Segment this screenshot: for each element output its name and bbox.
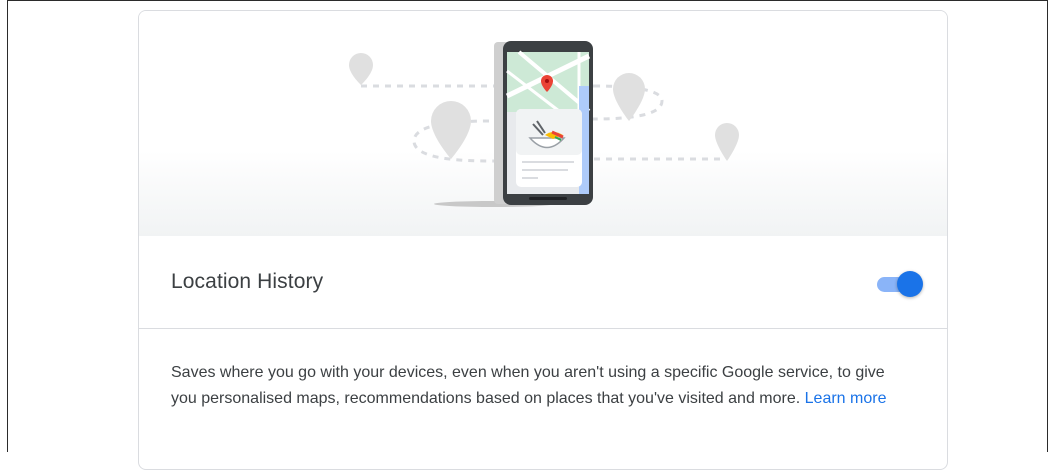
smartphone-icon bbox=[494, 41, 593, 205]
map-pin-icon bbox=[431, 101, 471, 159]
hero-illustration bbox=[139, 11, 947, 236]
map-pin-icon bbox=[349, 53, 373, 85]
location-history-card: Location History Saves where you go with… bbox=[138, 10, 948, 470]
location-history-toggle[interactable] bbox=[875, 270, 925, 298]
illustration-svg bbox=[349, 41, 739, 207]
window-frame: Location History Saves where you go with… bbox=[7, 0, 1048, 470]
setting-title: Location History bbox=[171, 270, 324, 293]
map-pin-icon bbox=[715, 123, 739, 161]
toggle-thumb bbox=[897, 271, 923, 297]
description-text: Saves where you go with your devices, ev… bbox=[171, 364, 885, 407]
learn-more-link[interactable]: Learn more bbox=[805, 390, 887, 407]
map-pin-icon bbox=[613, 73, 645, 121]
setting-description: Saves where you go with your devices, ev… bbox=[171, 360, 891, 412]
location-history-row[interactable]: Location History bbox=[139, 236, 947, 329]
